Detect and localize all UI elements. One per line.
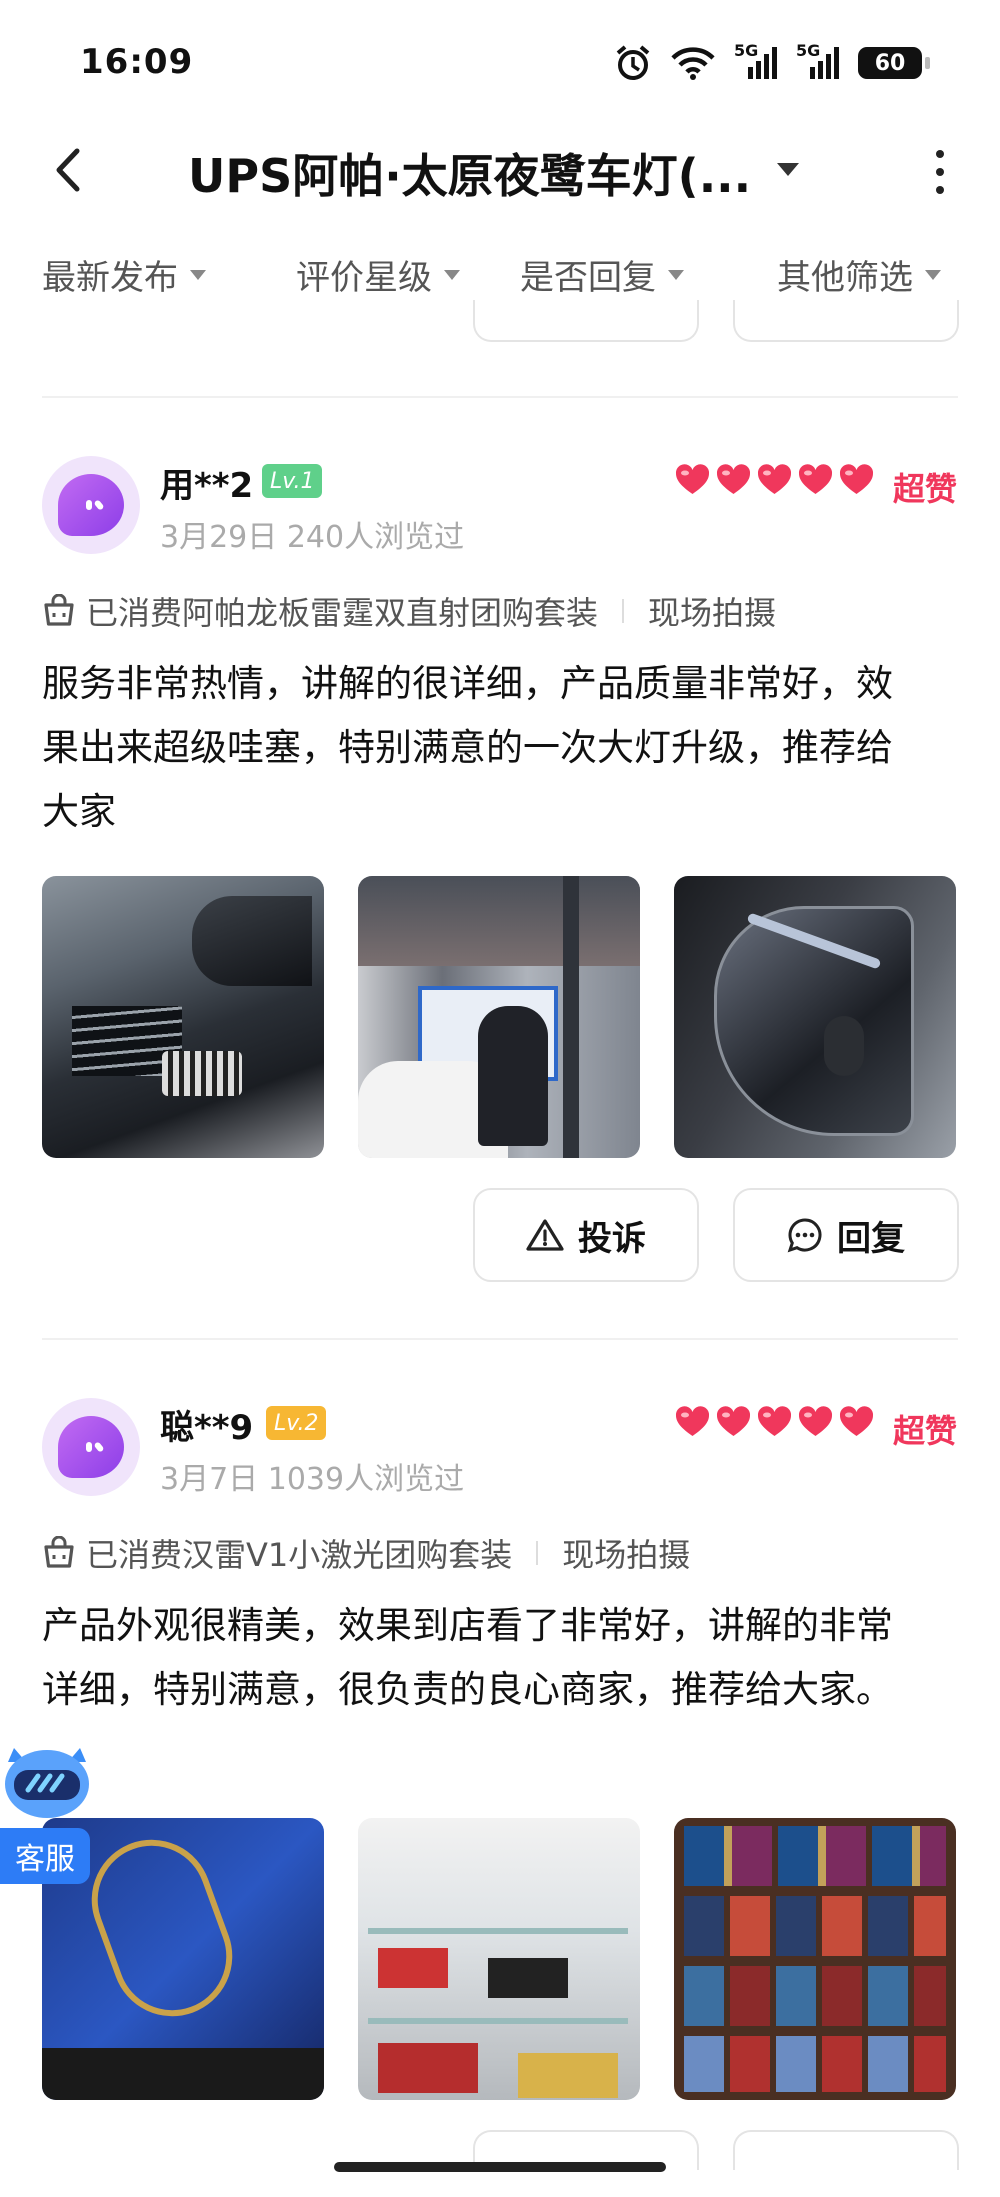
- heart-icon: [798, 464, 833, 494]
- status-icons: 5G 5G 60: [614, 41, 930, 82]
- avatar[interactable]: [42, 1398, 140, 1496]
- divider: [42, 1338, 958, 1340]
- review-meta: 3月29日 240人浏览过: [160, 520, 465, 555]
- heart-icon: [675, 1406, 710, 1436]
- avatar[interactable]: [42, 456, 140, 554]
- heart-icon: [757, 464, 792, 494]
- filter-rating[interactable]: 评价星级: [296, 250, 460, 299]
- rating-hearts: [675, 1406, 874, 1438]
- chevron-left-icon: [56, 148, 80, 192]
- review-photo-headlight[interactable]: [674, 876, 956, 1158]
- header: UPS阿帕·太原夜鹭车灯(...: [0, 120, 1000, 220]
- review-content: 产品外观很精美，效果到店看了非常好，讲解的非常详细，特别满意，很负责的良心商家，…: [42, 1604, 893, 1711]
- customer-service-label: 客服: [0, 1828, 90, 1884]
- more-button[interactable]: [920, 144, 960, 200]
- review-meta: 3月7日 1039人浏览过: [160, 1462, 465, 1497]
- signal-5g-icon-1: 5G: [734, 41, 778, 81]
- status-bar: 16:09 5G 5G 60: [0, 0, 1000, 120]
- partial-complain-button[interactable]: [473, 300, 699, 342]
- home-indicator[interactable]: [334, 2162, 666, 2172]
- review-photo-car-front[interactable]: [42, 876, 324, 1158]
- review-photo-shelf[interactable]: [674, 1818, 956, 2100]
- filter-replied[interactable]: 是否回复: [520, 250, 684, 299]
- triangle-down-icon: [925, 269, 941, 280]
- reply-button[interactable]: 回复: [733, 1188, 959, 1282]
- level-badge: Lv.1: [262, 464, 323, 498]
- robot-mascot-icon: [5, 1748, 89, 1818]
- review-card: 聪**9 Lv.2 3月7日 1039人浏览过 超赞 已消费汉雷V1小激光团购套…: [0, 1398, 1000, 2170]
- review-photos: [42, 1818, 956, 2100]
- alarm-icon: [616, 45, 650, 80]
- rating-hearts: [675, 464, 874, 496]
- partial-reply-button[interactable]: [733, 300, 959, 342]
- heart-icon: [716, 1406, 751, 1436]
- photo-tag: 现场拍摄: [562, 1536, 691, 1574]
- username[interactable]: 用**2: [160, 458, 253, 507]
- wifi-icon: [671, 47, 715, 80]
- review-actions: 投诉 回复: [473, 1188, 959, 1282]
- title-dropdown-icon[interactable]: [775, 160, 801, 178]
- filter-latest[interactable]: 最新发布: [42, 250, 206, 299]
- chat-bubble-icon: [787, 1218, 822, 1253]
- review-photo-installation[interactable]: [358, 876, 640, 1158]
- heart-icon: [798, 1406, 833, 1436]
- heart-icon: [757, 1406, 792, 1436]
- back-button[interactable]: [40, 142, 96, 198]
- page-title: UPS阿帕·太原夜鹭车灯(...: [188, 149, 748, 203]
- heart-icon: [839, 1406, 874, 1436]
- review-photo-display-case[interactable]: [358, 1818, 640, 2100]
- photo-tag: 现场拍摄: [648, 594, 777, 632]
- heart-icon: [716, 464, 751, 494]
- battery-icon: 60: [858, 47, 930, 79]
- level-badge: Lv.2: [266, 1406, 327, 1440]
- review-photos: [42, 876, 956, 1158]
- warning-icon: [526, 1219, 564, 1251]
- consumed-package: 已消费阿帕龙板雷霆双直射团购套装 现场拍摄: [42, 588, 776, 634]
- rating-text: 超赞: [893, 470, 958, 508]
- customer-service-float[interactable]: 客服: [0, 1728, 100, 1888]
- shopping-basket-icon: [44, 594, 74, 626]
- consumed-package: 已消费汉雷V1小激光团购套装 现场拍摄: [42, 1530, 690, 1576]
- triangle-down-icon: [668, 269, 684, 280]
- divider: [42, 396, 958, 398]
- heart-icon: [675, 464, 710, 494]
- triangle-down-icon: [444, 269, 460, 280]
- rating-text: 超赞: [893, 1412, 958, 1450]
- review-content: 服务非常热情，讲解的很详细，产品质量非常好，效果出来超级哇塞，特别满意的一次大灯…: [42, 662, 893, 833]
- status-time: 16:09: [80, 42, 194, 82]
- reply-button[interactable]: [733, 2130, 959, 2170]
- filter-other[interactable]: 其他筛选: [777, 250, 941, 299]
- heart-icon: [839, 464, 874, 494]
- review-card: 用**2 Lv.1 3月29日 240人浏览过 超赞 已消费阿帕龙板雷霆双直射团…: [0, 456, 1000, 1286]
- complain-button[interactable]: 投诉: [473, 1188, 699, 1282]
- triangle-down-icon: [190, 269, 206, 280]
- shopping-basket-icon: [44, 1536, 74, 1568]
- username[interactable]: 聪**9: [160, 1400, 253, 1449]
- signal-5g-icon-2: 5G: [796, 41, 840, 81]
